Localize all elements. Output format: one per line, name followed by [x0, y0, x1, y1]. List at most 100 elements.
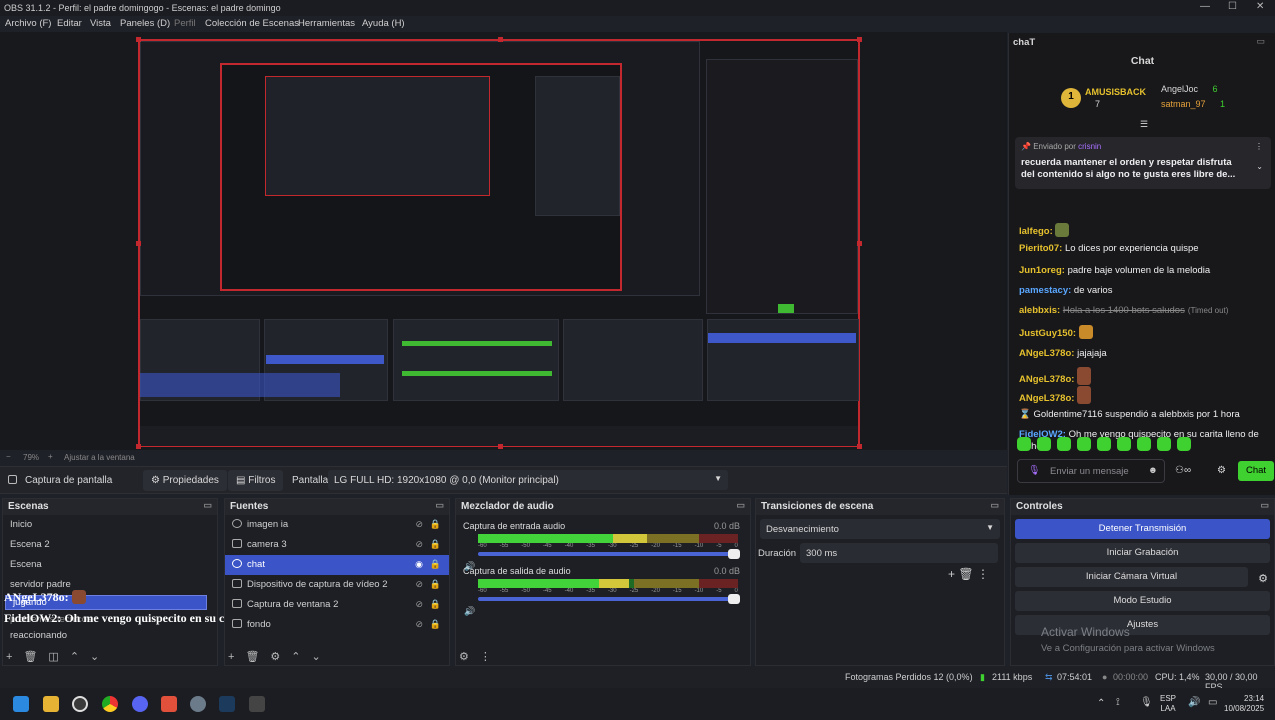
chevron-up-icon[interactable]: ⌃: [291, 651, 300, 663]
brave-icon[interactable]: [161, 696, 177, 712]
mic-icon[interactable]: 🎙: [1140, 697, 1153, 708]
lock-icon[interactable]: 🔒: [430, 579, 441, 590]
chat-send-button[interactable]: Chat: [1238, 461, 1274, 481]
chat-username[interactable]: ANgeL378o:: [1019, 393, 1074, 404]
chat-username[interactable]: Jun1oreg:: [1019, 265, 1065, 276]
source-item[interactable]: camera 3 ⊘ 🔒: [225, 535, 449, 555]
chat-username[interactable]: alebbxis:: [1019, 305, 1060, 316]
discord-icon[interactable]: [132, 696, 148, 712]
dock-float-icon[interactable]: ▭: [990, 500, 999, 511]
hidden-eye-icon[interactable]: ⊘: [415, 519, 423, 530]
trash-icon[interactable]: 🗑: [245, 651, 259, 663]
more-icon[interactable]: ⋮: [1255, 142, 1263, 151]
battery-icon[interactable]: ▭: [1208, 697, 1217, 708]
source-item-selected[interactable]: chat ◉ 🔒: [225, 555, 449, 575]
emote-icon[interactable]: [1177, 437, 1191, 451]
menu-help[interactable]: Ayuda (H): [362, 18, 405, 29]
duration-spinbox[interactable]: 300 ms: [800, 543, 998, 563]
windows-start-icon[interactable]: [13, 696, 29, 712]
chat-input[interactable]: 🎙 Enviar un mensaje ☻: [1017, 459, 1165, 483]
menu-docks[interactable]: Paneles (D): [120, 18, 170, 29]
emote-icon[interactable]: [1037, 437, 1051, 451]
add-icon[interactable]: +: [228, 651, 234, 663]
zoom-out-button[interactable]: −: [6, 452, 11, 461]
scene-item[interactable]: Escena: [3, 555, 217, 575]
eye-icon[interactable]: ◉: [415, 559, 423, 570]
emote-icon[interactable]: [1137, 437, 1151, 451]
lock-icon[interactable]: 🔒: [430, 619, 441, 630]
app-icon[interactable]: [249, 696, 265, 712]
source-item[interactable]: imagen ia ⊘ 🔒: [225, 515, 449, 535]
chat-username[interactable]: Pierito07:: [1019, 243, 1062, 254]
slider-knob[interactable]: [728, 549, 740, 559]
dock-float-icon[interactable]: ▭: [1256, 36, 1265, 47]
start-virtual-camera-button[interactable]: Iniciar Cámara Virtual: [1015, 567, 1248, 587]
collapse-icon[interactable]: ☰: [1140, 119, 1148, 130]
dock-float-icon[interactable]: ▭: [736, 500, 745, 511]
source-item[interactable]: Captura de ventana 2 ⊘ 🔒: [225, 595, 449, 615]
chat-username[interactable]: JustGuy150:: [1019, 328, 1076, 339]
chevron-up-icon[interactable]: ⌃: [1097, 698, 1105, 709]
preview-canvas[interactable]: [136, 37, 862, 449]
hidden-eye-icon[interactable]: ⊘: [415, 599, 423, 610]
add-icon[interactable]: +: [948, 567, 955, 581]
chevron-down-icon[interactable]: ⌄: [90, 651, 99, 663]
emote-picker-icon[interactable]: ☻: [1148, 465, 1158, 476]
menu-view[interactable]: Vista: [90, 18, 111, 29]
lock-icon[interactable]: 🔒: [430, 599, 441, 610]
trash-icon[interactable]: 🗑: [958, 567, 973, 581]
language-indicator[interactable]: ESP LAA: [1160, 694, 1176, 714]
dock-float-icon[interactable]: ▭: [1260, 500, 1269, 511]
chat-username[interactable]: ANgeL378o:: [1019, 348, 1074, 359]
emote-icon[interactable]: [1017, 437, 1031, 451]
speaker-icon[interactable]: 🔊: [464, 606, 475, 617]
stop-streaming-button[interactable]: Detener Transmisión: [1015, 519, 1270, 539]
obs-icon[interactable]: [72, 696, 88, 712]
clock[interactable]: 23:14 10/08/2025: [1224, 694, 1264, 714]
fit-window-button[interactable]: Ajustar a la ventana: [64, 453, 135, 462]
menu-tools[interactable]: Herramientas: [298, 18, 355, 29]
maximize-button[interactable]: ☐: [1228, 1, 1237, 12]
lock-icon[interactable]: 🔒: [430, 539, 441, 550]
chrome-icon[interactable]: [102, 696, 118, 712]
chat-username[interactable]: lalfego:: [1019, 226, 1053, 237]
points-icon[interactable]: ⚇∞: [1175, 465, 1191, 476]
volume-slider[interactable]: [478, 549, 740, 559]
source-item[interactable]: Dispositivo de captura de vídeo 2 ⊘ 🔒: [225, 575, 449, 595]
transition-select[interactable]: Desvanecimiento ▼: [760, 519, 1000, 539]
emote-icon[interactable]: [1057, 437, 1071, 451]
gear-icon[interactable]: ⚙: [459, 651, 469, 663]
filter-icon[interactable]: ◫: [48, 651, 58, 663]
chat-username[interactable]: pamestacy:: [1019, 285, 1071, 296]
dock-float-icon[interactable]: ▭: [435, 500, 444, 511]
menu-file[interactable]: Archivo (F): [5, 18, 51, 29]
zoom-in-button[interactable]: +: [48, 452, 53, 461]
chevron-down-icon[interactable]: ⌄: [1256, 162, 1263, 171]
filters-button[interactable]: ▤ Filtros: [228, 470, 284, 491]
settings-icon[interactable]: [190, 696, 206, 712]
gear-icon[interactable]: ⚙: [1258, 572, 1268, 585]
chat-username[interactable]: ANgeL378o:: [1019, 374, 1074, 385]
lock-icon[interactable]: 🔒: [430, 519, 441, 530]
chevron-down-icon[interactable]: ⌄: [312, 651, 321, 663]
more-icon[interactable]: ⋮: [977, 567, 989, 581]
scene-item[interactable]: reaccionando: [3, 630, 217, 642]
add-icon[interactable]: +: [6, 651, 12, 663]
more-icon[interactable]: ⋮: [480, 651, 491, 663]
emote-icon[interactable]: [1117, 437, 1131, 451]
gear-icon[interactable]: ⚙: [270, 651, 280, 663]
hidden-eye-icon[interactable]: ⊘: [415, 539, 423, 550]
source-item[interactable]: fondo ⊘ 🔒: [225, 615, 449, 635]
screen-select[interactable]: LG FULL HD: 1920x1080 @ 0,0 (Monitor pri…: [328, 470, 728, 490]
hidden-eye-icon[interactable]: ⊘: [415, 579, 423, 590]
chat-username[interactable]: Goldentime7116: [1033, 409, 1102, 420]
speaker-icon[interactable]: 🔊: [1188, 697, 1200, 708]
menu-edit[interactable]: Editar: [57, 18, 82, 29]
volume-slider[interactable]: [478, 594, 740, 604]
scene-item[interactable]: Escena 2: [3, 535, 217, 555]
studio-mode-button[interactable]: Modo Estudio: [1015, 591, 1270, 611]
scene-item[interactable]: Inicio: [3, 515, 217, 535]
hidden-eye-icon[interactable]: ⊘: [415, 619, 423, 630]
file-explorer-icon[interactable]: [43, 696, 59, 712]
minimize-button[interactable]: —: [1200, 1, 1210, 12]
